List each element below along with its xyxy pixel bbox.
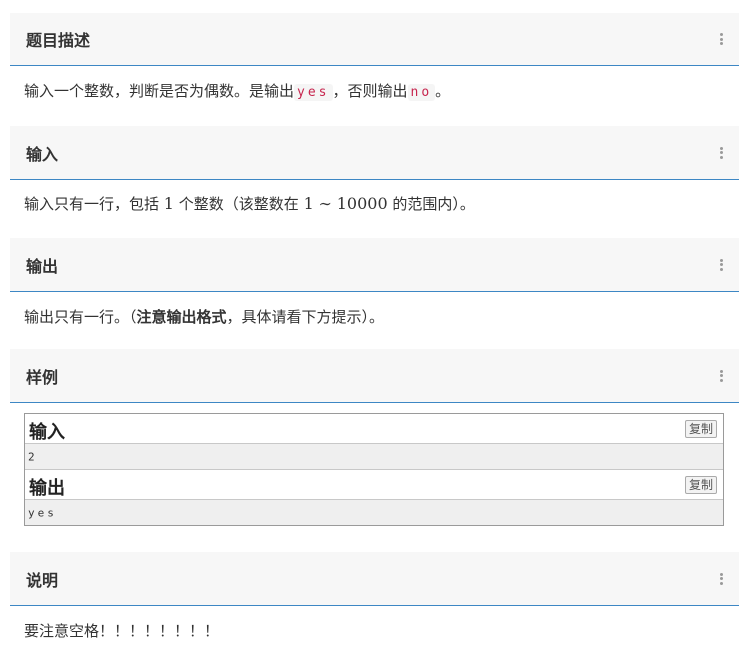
section-title-note: 说明 bbox=[26, 570, 59, 590]
output-text-before: 输出只有一行。（ bbox=[24, 308, 137, 326]
output-bold-text: 注意输出格式 bbox=[136, 308, 227, 326]
note-text: 要注意空格！！！！！！！！ bbox=[24, 622, 220, 640]
description-text-middle: ，否则输出 bbox=[332, 82, 408, 100]
sample-input-header: 输入 复制 bbox=[25, 414, 723, 444]
input-text-mid: 个整数（该整数在 bbox=[178, 195, 299, 213]
code-yes: yes bbox=[294, 84, 333, 101]
sample-input-title: 输入 bbox=[29, 422, 65, 443]
section-header-input: 输入 bbox=[10, 126, 739, 180]
output-text: 输出只有一行。（注意输出格式，具体请看下方提示）。 bbox=[24, 306, 384, 327]
kebab-menu-icon[interactable] bbox=[719, 33, 723, 45]
description-text-before: 输入一个整数，判断是否为偶数。是输出 bbox=[24, 82, 295, 100]
input-text: 输入只有一行，包括 1 个整数（该整数在 1 ∼ 10000 的范围内）。 bbox=[24, 193, 475, 214]
input-range-tilde: ∼ bbox=[318, 194, 332, 213]
kebab-menu-icon[interactable] bbox=[719, 146, 723, 159]
section-header-output: 输出 bbox=[10, 238, 739, 292]
input-text-after: 的范围内）。 bbox=[392, 195, 475, 213]
section-title-input: 输入 bbox=[26, 144, 59, 164]
section-title-sample: 样例 bbox=[26, 367, 59, 387]
sample-output-header: 输出 复制 bbox=[25, 470, 723, 500]
copy-input-button[interactable]: 复制 bbox=[684, 420, 717, 438]
description-text-after: 。 bbox=[435, 82, 451, 100]
section-header-note: 说明 bbox=[10, 552, 739, 606]
section-title-output: 输出 bbox=[26, 256, 59, 276]
sample-output-text: yes bbox=[28, 506, 57, 519]
input-num-one: 1 bbox=[163, 194, 174, 213]
section-title-description: 题目描述 bbox=[26, 31, 91, 50]
input-text-before: 输入只有一行，包括 bbox=[24, 195, 160, 213]
input-range-start: 1 bbox=[303, 194, 314, 213]
sample-output-value: yes bbox=[25, 500, 723, 525]
code-no: no bbox=[407, 84, 436, 101]
sample-box: 输入 复制 2 输出 复制 yes bbox=[24, 413, 724, 526]
sample-input-value: 2 bbox=[25, 444, 723, 470]
description-text: 输入一个整数，判断是否为偶数。是输出 yes ，否则输出 no。 bbox=[24, 80, 450, 101]
input-range-end: 10000 bbox=[336, 194, 388, 213]
copy-output-button[interactable]: 复制 bbox=[684, 476, 717, 494]
sample-output-title: 输出 bbox=[29, 478, 65, 499]
section-header-description: 题目描述 bbox=[10, 13, 739, 66]
section-header-sample: 样例 bbox=[10, 349, 739, 403]
sample-input-text: 2 bbox=[28, 450, 38, 463]
output-text-after: ，具体请看下方提示）。 bbox=[226, 308, 385, 326]
kebab-menu-icon[interactable] bbox=[719, 572, 723, 585]
kebab-menu-icon[interactable] bbox=[719, 369, 723, 382]
kebab-menu-icon[interactable] bbox=[719, 258, 723, 271]
